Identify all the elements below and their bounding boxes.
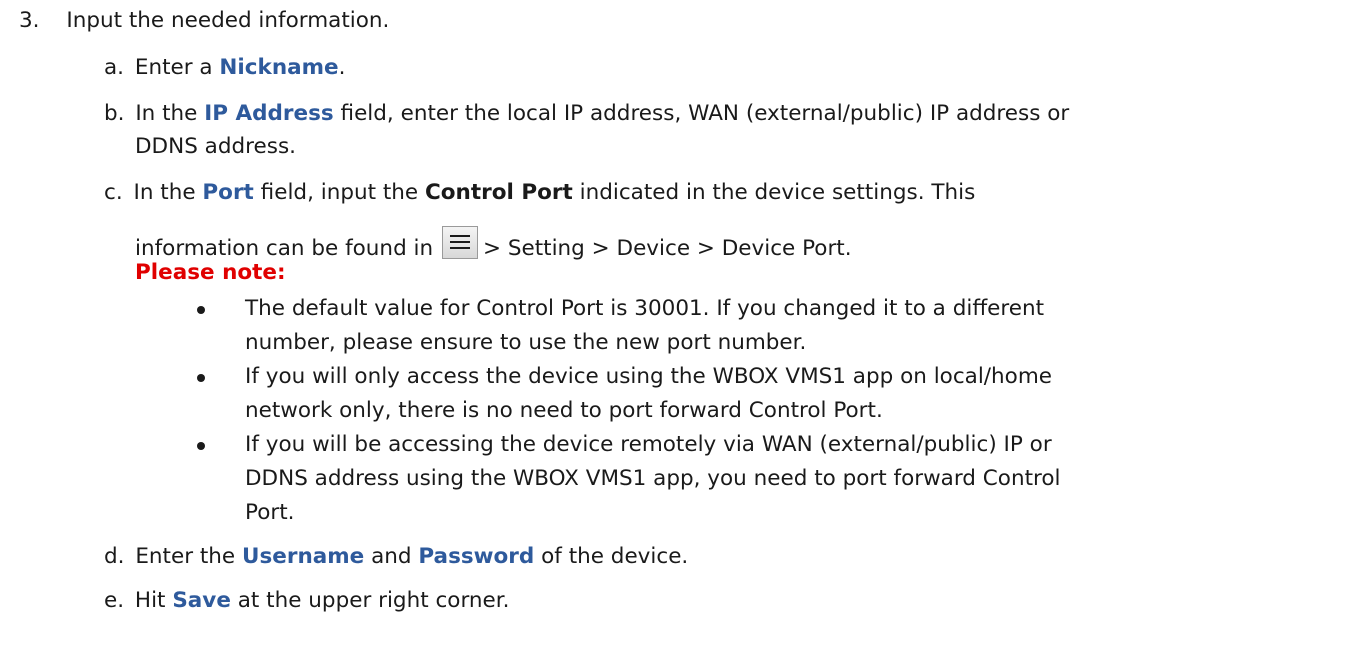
- menu-icon: [442, 226, 478, 259]
- term-control-port: Control Port: [425, 180, 573, 205]
- item-text: Hit: [134, 588, 173, 613]
- item-c-line2: information can be found in > Setting > …: [135, 226, 852, 260]
- item-text: > Setting > Device > Device Port.: [483, 236, 852, 261]
- term-nickname: Nickname: [219, 55, 339, 80]
- note-bullet-2-line1: If you will only access the device using…: [245, 364, 1052, 389]
- note-bullet-3-line3: Port.: [245, 500, 295, 525]
- term-ip-address: IP Address: [204, 101, 334, 126]
- item-text: .: [338, 55, 346, 80]
- item-text: field, input the: [253, 180, 425, 205]
- term-save: Save: [172, 588, 231, 613]
- step-text: Input the needed information.: [66, 8, 390, 33]
- item-text: In the: [135, 101, 205, 126]
- item-text: Enter the: [135, 544, 242, 569]
- step-3-line: 3. Input the needed information.: [19, 10, 389, 32]
- note-bullet-1-line2: number, please ensure to use the new por…: [245, 330, 807, 355]
- item-b: b. In the IP Address field, enter the lo…: [104, 103, 1069, 125]
- step-number: 3.: [19, 8, 40, 33]
- bullet-icon: [197, 306, 205, 314]
- item-c: c. In the Port field, input the Control …: [104, 182, 975, 204]
- item-e: e. Hit Save at the upper right corner.: [104, 590, 509, 612]
- note-bullet-2-line2: network only, there is no need to port f…: [245, 398, 883, 423]
- item-d: d. Enter the Username and Password of th…: [104, 546, 688, 568]
- item-marker: c.: [104, 180, 123, 205]
- note-bullet-1-line1: The default value for Control Port is 30…: [245, 296, 1045, 321]
- item-text: In the: [133, 180, 203, 205]
- term-port: Port: [202, 180, 254, 205]
- term-username: Username: [242, 544, 365, 569]
- item-b-line2: DDNS address.: [135, 134, 296, 159]
- document-page: { "step3": { "number": "3.", "text": "In…: [0, 0, 1370, 669]
- item-text: indicated in the device settings. This: [572, 180, 976, 205]
- item-text: Enter a: [134, 55, 220, 80]
- note-bullet-3-line1: If you will be accessing the device remo…: [245, 432, 1052, 457]
- bullet-icon: [197, 442, 205, 450]
- item-text: of the device.: [534, 544, 689, 569]
- note-bullet-3-line2: DDNS address using the WBOX VMS1 app, yo…: [245, 466, 1061, 491]
- bullet-icon: [197, 374, 205, 382]
- item-text: at the upper right corner.: [230, 588, 510, 613]
- item-marker: e.: [104, 588, 125, 613]
- please-note-heading: Please note:: [135, 260, 286, 285]
- item-text: information can be found in: [135, 236, 434, 261]
- item-a: a. Enter a Nickname.: [104, 57, 345, 79]
- item-marker: d.: [104, 544, 125, 569]
- item-marker: a.: [104, 55, 125, 80]
- item-text: field, enter the local IP address, WAN (…: [333, 101, 1070, 126]
- item-text: and: [364, 544, 419, 569]
- item-marker: b.: [104, 101, 125, 126]
- term-password: Password: [418, 544, 535, 569]
